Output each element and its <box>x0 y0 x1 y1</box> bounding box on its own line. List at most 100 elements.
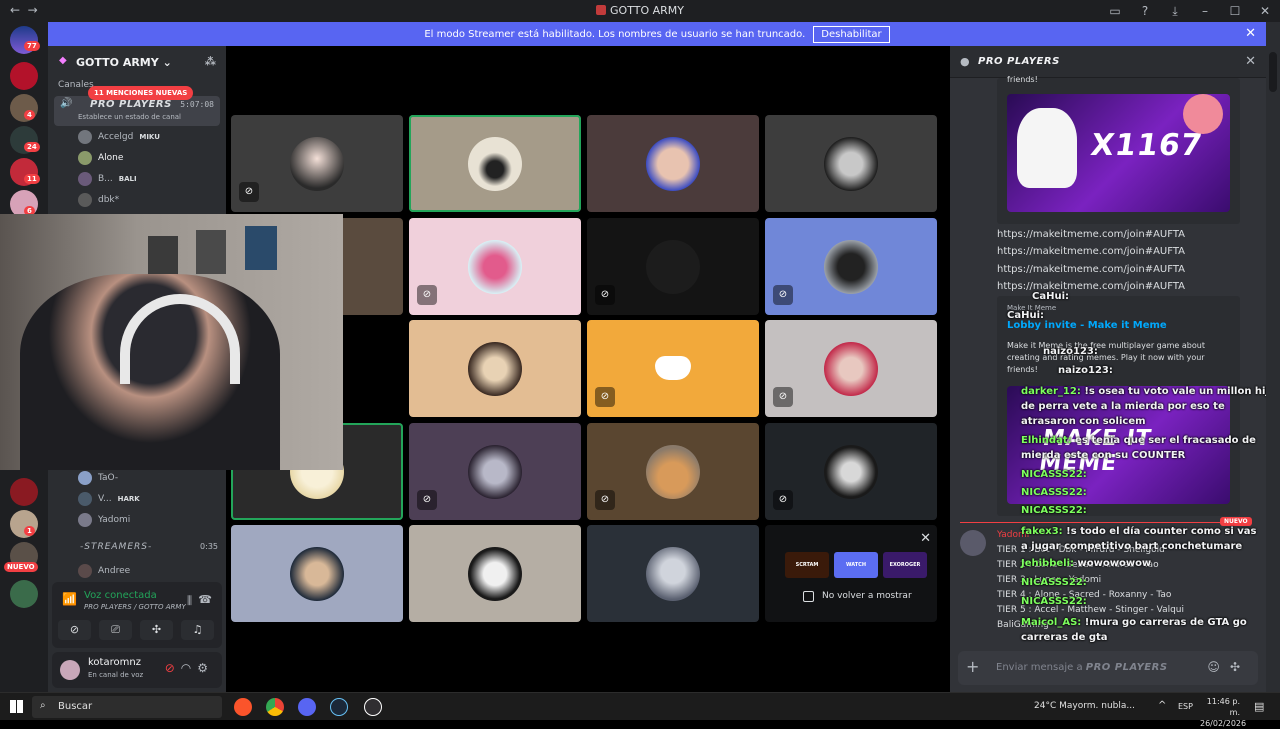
participant-tile[interactable]: ⊘ <box>765 423 937 520</box>
attach-icon[interactable]: + <box>966 657 979 676</box>
language-indicator[interactable]: ESP <box>1178 702 1193 711</box>
participant-tile[interactable]: ⊘ <box>587 320 759 417</box>
inbox-icon[interactable]: ▭ <box>1100 0 1130 22</box>
discord-icon[interactable] <box>298 698 316 716</box>
voice-user[interactable]: B... BALI <box>78 170 137 188</box>
invite-icon[interactable]: ⁂ <box>205 55 216 68</box>
help-icon[interactable]: ? <box>1130 0 1160 22</box>
voice-user[interactable]: dbk* <box>78 191 119 209</box>
scroll-thumb[interactable] <box>1269 52 1277 92</box>
obs-icon[interactable] <box>364 698 382 716</box>
participant-tile[interactable] <box>587 525 759 622</box>
server-badge: 77 <box>24 41 40 51</box>
avatar[interactable] <box>960 530 986 556</box>
chat-bubble-icon: ● <box>960 55 970 68</box>
voice-user[interactable]: Alone <box>78 149 123 167</box>
taskbar-search[interactable]: ⌕ Buscar <box>32 696 222 718</box>
invite-link[interactable]: https://makeitmeme.com/join#AUFTA <box>997 246 1185 257</box>
voice-user[interactable]: TaO- <box>78 469 118 487</box>
maximize-button[interactable]: ☐ <box>1220 0 1250 22</box>
clock[interactable]: 11:46 p. m. 26/02/2026 <box>1200 696 1246 729</box>
banner-close-icon[interactable]: ✕ <box>1245 26 1256 41</box>
steam-icon[interactable] <box>330 698 348 716</box>
scrollbar[interactable] <box>1266 22 1280 692</box>
invite-link[interactable]: https://makeitmeme.com/join#AUFTA <box>997 229 1185 240</box>
close-chat-icon[interactable]: ✕ <box>1245 54 1256 69</box>
close-icon[interactable]: ✕ <box>920 531 931 546</box>
participant-tile[interactable]: ⊘ <box>409 423 581 520</box>
avatar <box>646 240 700 294</box>
voice-location[interactable]: PRO PLAYERS / GOTTO ARMY <box>84 603 186 611</box>
participant-tile[interactable]: ⊘ <box>587 218 759 315</box>
embed-title[interactable]: Lobby invite - Make it Meme <box>1007 320 1167 331</box>
mentions-badge[interactable]: 11 MENCIONES NUEVAS <box>88 86 194 100</box>
voice-user[interactable]: V... HARK <box>78 490 140 508</box>
disconnect-icon[interactable]: ☎ <box>198 593 212 606</box>
weather-widget[interactable]: 24°C Mayorm. nubla... <box>1034 701 1135 711</box>
participant-tile[interactable]: ⊘ <box>765 218 937 315</box>
voice-user[interactable]: Yadomi <box>78 511 130 529</box>
soundboard-icon[interactable]: ♫ <box>181 620 214 640</box>
cat-mascot <box>1017 108 1077 188</box>
windows-logo-icon[interactable] <box>10 700 23 713</box>
brave-icon[interactable] <box>234 698 252 716</box>
activity-thumbnail[interactable]: WATCH <box>834 552 878 578</box>
channel-status[interactable]: Establece un estado de canal <box>78 113 181 121</box>
participant-tile[interactable] <box>409 115 581 212</box>
participant-tile[interactable] <box>231 525 403 622</box>
message-input[interactable]: + Enviar mensaje a PRO PLAYERS ☺✣ <box>958 651 1258 685</box>
activities-icon[interactable]: ✣ <box>140 620 173 640</box>
activity-thumbnail[interactable]: SCRTAM <box>785 552 829 578</box>
server-icon-10[interactable] <box>10 580 38 608</box>
voice-user[interactable]: Accelgd MIKU <box>78 128 160 146</box>
voice-text-chat: ● PRO PLAYERS ✕ friends! X1167 https://m… <box>950 46 1276 692</box>
avatar <box>78 492 92 506</box>
download-icon[interactable]: ⤓ <box>1160 0 1190 22</box>
meme-image[interactable]: X1167 <box>1007 94 1230 212</box>
emoji-icon[interactable]: ☺ <box>1207 660 1230 674</box>
voice-user[interactable]: Andree <box>78 562 130 580</box>
invite-link[interactable]: https://makeitmeme.com/join#AUFTA <box>997 264 1185 275</box>
participant-tile[interactable]: ⊘ <box>587 423 759 520</box>
participant-tile[interactable] <box>409 525 581 622</box>
avatar <box>646 137 700 191</box>
camera-off-icon[interactable]: ⊘ <box>58 620 91 640</box>
invite-link[interactable]: https://makeitmeme.com/join#AUFTA <box>997 281 1185 292</box>
activity-thumbnail[interactable]: EXOROGER <box>883 552 927 578</box>
participant-tile[interactable] <box>587 115 759 212</box>
dont-show-checkbox[interactable] <box>803 591 814 602</box>
mute-icon[interactable]: ⊘ <box>165 661 181 675</box>
overlay-user: NICASSS22: <box>1021 469 1087 480</box>
headphones-icon[interactable]: ◠ <box>181 661 197 675</box>
participant-tile[interactable]: ⊘ <box>409 218 581 315</box>
participant-tile[interactable]: ⊘ <box>765 320 937 417</box>
user-controls[interactable]: ⊘◠⚙ <box>165 661 214 675</box>
server-icon-2[interactable] <box>10 62 38 90</box>
avatar[interactable] <box>60 660 80 680</box>
avatar <box>78 471 92 485</box>
input-actions[interactable]: ☺✣ <box>1207 660 1250 674</box>
notification-icon[interactable]: ▤ <box>1254 700 1264 713</box>
disable-streamer-button[interactable]: Deshabilitar <box>813 25 890 43</box>
tray-chevron-icon[interactable]: ^ <box>1158 700 1166 711</box>
server-icon-7[interactable] <box>10 478 38 506</box>
participant-tile[interactable]: ⊘ <box>231 115 403 212</box>
avatar <box>78 564 92 578</box>
apps-icon[interactable]: ✣ <box>1230 660 1250 674</box>
partial-text: friends! <box>1007 75 1038 84</box>
screen-share-icon[interactable]: ⎚ <box>99 620 132 640</box>
input-placeholder: Enviar mensaje a PRO PLAYERS <box>996 662 1168 673</box>
voice-channel-name: PRO PLAYERS <box>90 99 172 110</box>
deafened-icon: ⊘ <box>773 285 793 305</box>
close-button[interactable]: ✕ <box>1250 0 1280 22</box>
minimize-button[interactable]: – <box>1190 0 1220 22</box>
gear-icon[interactable]: ⚙ <box>197 661 214 675</box>
participant-tile[interactable] <box>765 115 937 212</box>
chrome-icon[interactable] <box>266 698 284 716</box>
title-bar: ← → GOTTO ARMY ▭ ? ⤓ – ☐ ✕ <box>0 0 1280 22</box>
noise-icon[interactable]: ⫼ <box>187 594 192 608</box>
voice-channel-pro-players[interactable]: 🔊 PRO PLAYERS 5:07:08 Establece un estad… <box>54 96 220 126</box>
participant-tile[interactable] <box>409 320 581 417</box>
guild-header[interactable]: ◆ GOTTO ARMY ⌄ ⁂ <box>48 46 226 76</box>
voice-channel-streamers[interactable]: -STREAMERS- 0:35 <box>58 542 218 552</box>
